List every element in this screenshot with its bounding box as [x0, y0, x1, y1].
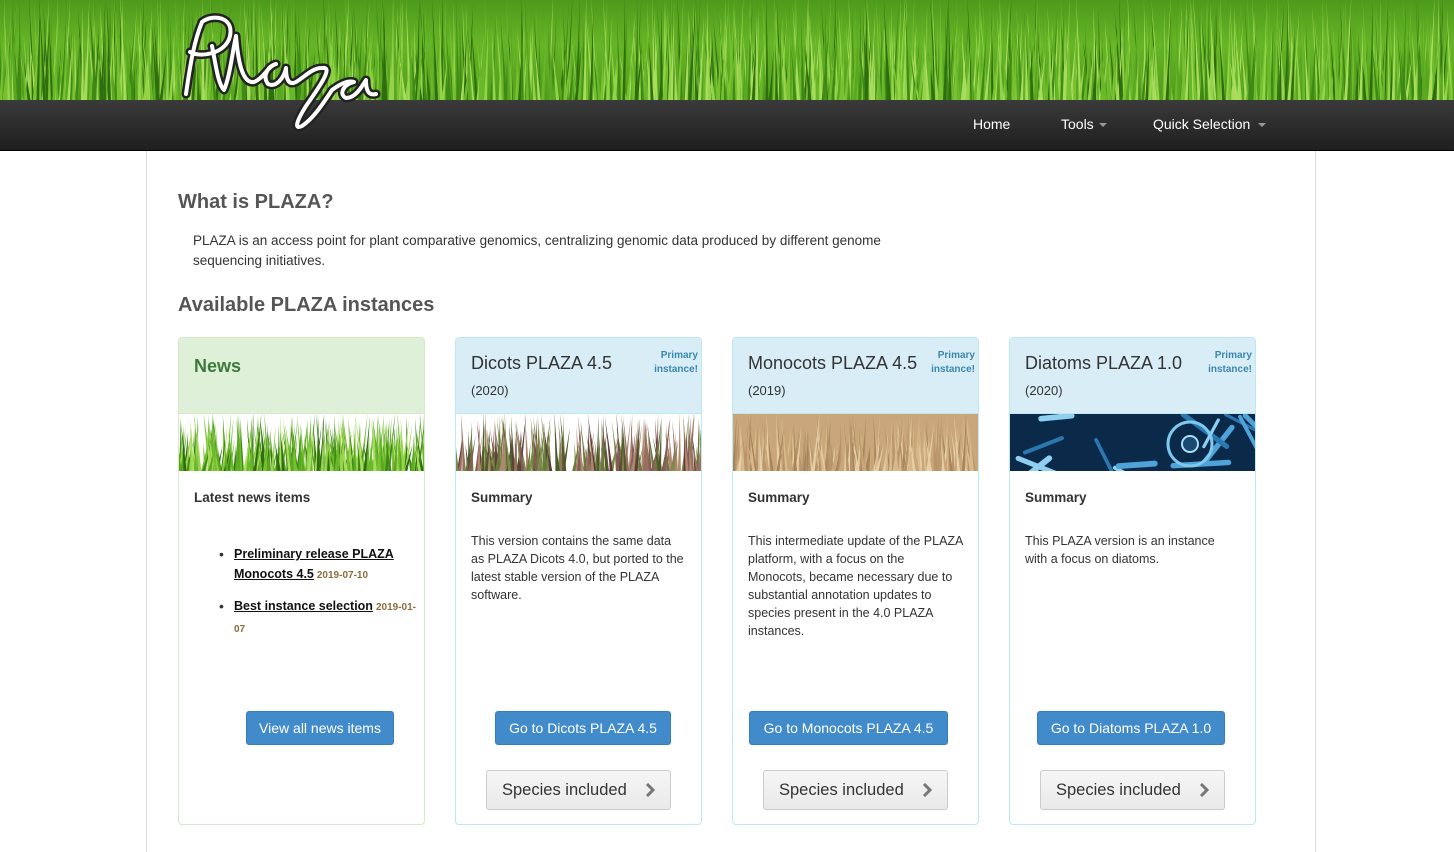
go-to-dicots-button[interactable]: Go to Dicots PLAZA 4.5	[495, 711, 671, 745]
diatoms-title-text: Diatoms PLAZA 1.0	[1025, 353, 1183, 373]
news-item: Best instance selection2019-01-07	[219, 596, 419, 640]
dicots-instance-card: Dicots PLAZA 4.5 (2020) Primary instance!…	[455, 337, 702, 825]
diatoms-card-header: Diatoms PLAZA 1.0 (2020) Primary instanc…	[1010, 338, 1255, 414]
nav-quick-selection-dropdown[interactable]: Quick Selection	[1153, 116, 1267, 132]
nav-home[interactable]: Home	[973, 116, 1010, 132]
diatoms-summary-heading: Summary	[1025, 490, 1087, 505]
news-title: News	[194, 356, 242, 376]
primary-instance-badge: Primary instance!	[654, 350, 698, 375]
species-included-label: Species included	[502, 781, 627, 799]
go-to-diatoms-button[interactable]: Go to Diatoms PLAZA 1.0	[1037, 711, 1225, 745]
news-card-header: News	[179, 338, 424, 414]
monocots-year: (2019)	[748, 383, 786, 398]
caret-down-icon	[1258, 123, 1267, 128]
news-card: News Latest news items Preliminary relea…	[178, 337, 425, 825]
species-included-button[interactable]: Species included	[1040, 770, 1225, 810]
dicots-summary-heading: Summary	[471, 490, 533, 505]
monocots-card-title: Monocots PLAZA 4.5 (2019)	[748, 350, 918, 404]
diatoms-year: (2020)	[1025, 383, 1063, 398]
diatoms-image	[1010, 414, 1255, 471]
latest-news-heading: Latest news items	[194, 490, 311, 505]
go-to-monocots-button[interactable]: Go to Monocots PLAZA 4.5	[749, 711, 948, 745]
diatoms-card-title: Diatoms PLAZA 1.0 (2020)	[1025, 350, 1195, 404]
nav-tools-label: Tools	[1061, 116, 1094, 132]
diatoms-instance-card: Diatoms PLAZA 1.0 (2020) Primary instanc…	[1009, 337, 1256, 825]
news-item: Preliminary release PLAZA Monocots 4.520…	[219, 544, 419, 586]
dicots-card-header: Dicots PLAZA 4.5 (2020) Primary instance!	[456, 338, 701, 414]
news-item-link[interactable]: Preliminary release PLAZA Monocots 4.5	[234, 547, 394, 581]
plaza-logo[interactable]	[172, 6, 382, 139]
primary-instance-badge: Primary instance!	[931, 350, 975, 375]
species-included-button[interactable]: Species included	[486, 770, 671, 810]
dicots-image	[456, 414, 701, 471]
news-item-link[interactable]: Best instance selection	[234, 599, 373, 613]
nav-tools-dropdown[interactable]: Tools	[1061, 116, 1107, 132]
dicots-card-title: Dicots PLAZA 4.5 (2020)	[471, 350, 641, 404]
monocots-description: This intermediate update of the PLAZA pl…	[748, 534, 963, 638]
view-all-news-button[interactable]: View all news items	[246, 711, 394, 745]
caret-down-icon	[1098, 123, 1107, 128]
monocots-instance-card: Monocots PLAZA 4.5 (2019) Primary instan…	[732, 337, 979, 825]
monocots-card-header: Monocots PLAZA 4.5 (2019) Primary instan…	[733, 338, 978, 414]
monocots-summary-heading: Summary	[748, 490, 810, 505]
dicots-description: This version contains the same data as P…	[471, 534, 684, 602]
species-included-label: Species included	[1056, 781, 1181, 799]
available-instances-heading: Available PLAZA instances	[178, 294, 435, 316]
monocots-image	[733, 414, 978, 471]
species-included-label: Species included	[779, 781, 904, 799]
chevron-right-icon	[1199, 783, 1209, 797]
chevron-right-icon	[922, 783, 932, 797]
news-list: Preliminary release PLAZA Monocots 4.520…	[219, 544, 419, 650]
what-is-plaza-heading: What is PLAZA?	[178, 191, 334, 213]
dicots-title-text: Dicots PLAZA 4.5	[471, 353, 613, 373]
diatoms-description: This PLAZA version is an instance with a…	[1025, 534, 1215, 566]
monocots-title-text: Monocots PLAZA 4.5	[748, 353, 918, 373]
dicots-year: (2020)	[471, 383, 509, 398]
news-item-date: 2019-07-10	[316, 570, 369, 581]
chevron-right-icon	[645, 783, 655, 797]
intro-text: PLAZA is an access point for plant compa…	[193, 233, 881, 268]
news-grass-image	[179, 414, 424, 471]
main-container: What is PLAZA? PLAZA is an access point …	[146, 151, 1316, 852]
nav-quick-selection-label: Quick Selection	[1153, 116, 1251, 132]
primary-instance-badge: Primary instance!	[1208, 350, 1252, 375]
species-included-button[interactable]: Species included	[763, 770, 948, 810]
